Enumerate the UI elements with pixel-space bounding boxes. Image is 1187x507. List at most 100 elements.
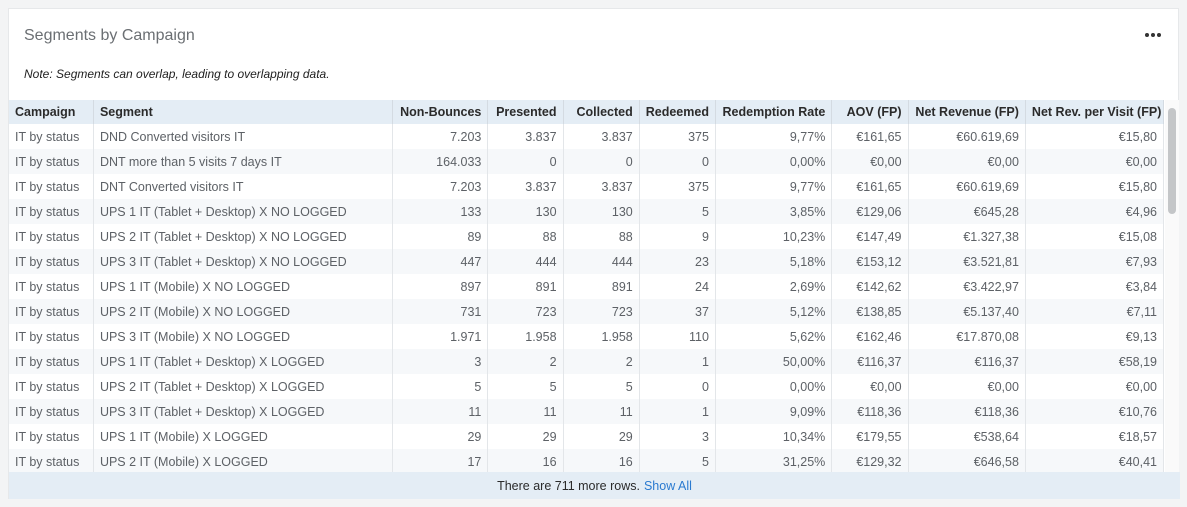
- cell-redeemed: 5: [639, 199, 716, 224]
- table-row[interactable]: IT by status UPS 2 IT (Tablet + Desktop) …: [9, 224, 1164, 249]
- cell-redemption-rate: 0,00%: [715, 149, 833, 174]
- table-row[interactable]: IT by status UPS 3 IT (Tablet + Desktop) …: [9, 399, 1164, 424]
- cell-presented: 3.837: [487, 174, 564, 199]
- cell-non-bounces: 17: [392, 449, 489, 472]
- column-header-redemption-rate[interactable]: Redemption Rate: [715, 100, 833, 124]
- cell-net-revenue: €60.619,69: [908, 174, 1026, 199]
- cell-redeemed: 9: [639, 224, 716, 249]
- table-row[interactable]: IT by status UPS 1 IT (Mobile) X NO LOGGE…: [9, 274, 1164, 299]
- cell-net-rev-per-visit: €15,80: [1025, 174, 1164, 199]
- cell-presented: 16: [487, 449, 564, 472]
- column-header-campaign[interactable]: Campaign: [9, 100, 94, 124]
- more-rows-text: There are 711 more rows.: [497, 478, 640, 493]
- cell-collected: 130: [563, 199, 640, 224]
- column-header-non-bounces[interactable]: Non-Bounces: [392, 100, 489, 124]
- cell-aov: €161,65: [831, 174, 909, 199]
- table-row[interactable]: IT by status DNT more than 5 visits 7 day…: [9, 149, 1164, 174]
- cell-collected: 3.837: [563, 174, 640, 199]
- cell-segment: UPS 3 IT (Tablet + Desktop) X NO LOGGED: [93, 249, 393, 274]
- table-row[interactable]: IT by status UPS 3 IT (Tablet + Desktop) …: [9, 249, 1164, 274]
- cell-segment: UPS 1 IT (Mobile) X NO LOGGED: [93, 274, 393, 299]
- cell-net-rev-per-visit: €4,96: [1025, 199, 1164, 224]
- cell-non-bounces: 133: [392, 199, 489, 224]
- cell-net-rev-per-visit: €0,00: [1025, 149, 1164, 174]
- cell-campaign: IT by status: [9, 274, 94, 299]
- cell-segment: UPS 2 IT (Tablet + Desktop) X LOGGED: [93, 374, 393, 399]
- cell-net-revenue: €17.870,08: [908, 324, 1026, 349]
- cell-campaign: IT by status: [9, 324, 94, 349]
- table-row[interactable]: IT by status UPS 3 IT (Mobile) X NO LOGGE…: [9, 324, 1164, 349]
- cell-aov: €153,12: [831, 249, 909, 274]
- cell-collected: 2: [563, 349, 640, 374]
- cell-redeemed: 24: [639, 274, 716, 299]
- cell-non-bounces: 731: [392, 299, 489, 324]
- cell-redeemed: 0: [639, 374, 716, 399]
- column-header-net-revenue[interactable]: Net Revenue (FP): [908, 100, 1026, 124]
- cell-campaign: IT by status: [9, 249, 94, 274]
- cell-redeemed: 23: [639, 249, 716, 274]
- column-header-aov[interactable]: AOV (FP): [831, 100, 909, 124]
- table-row[interactable]: IT by status UPS 2 IT (Tablet + Desktop) …: [9, 374, 1164, 399]
- cell-collected: 5: [563, 374, 640, 399]
- cell-collected: 29: [563, 424, 640, 449]
- cell-net-rev-per-visit: €9,13: [1025, 324, 1164, 349]
- column-header-net-rev-per-visit[interactable]: Net Rev. per Visit (FP): [1025, 100, 1164, 124]
- cell-non-bounces: 29: [392, 424, 489, 449]
- table-footer: There are 711 more rows. Show All: [9, 472, 1180, 499]
- table-row[interactable]: IT by status DND Converted visitors IT 7.2…: [9, 124, 1164, 149]
- cell-redeemed: 1: [639, 399, 716, 424]
- cell-segment: UPS 2 IT (Tablet + Desktop) X NO LOGGED: [93, 224, 393, 249]
- cell-net-rev-per-visit: €7,93: [1025, 249, 1164, 274]
- cell-segment: UPS 2 IT (Mobile) X LOGGED: [93, 449, 393, 472]
- cell-net-revenue: €1.327,38: [908, 224, 1026, 249]
- cell-segment: UPS 1 IT (Tablet + Desktop) X NO LOGGED: [93, 199, 393, 224]
- table-row[interactable]: IT by status UPS 1 IT (Mobile) X LOGGED 29…: [9, 424, 1164, 449]
- column-header-redeemed[interactable]: Redeemed: [639, 100, 716, 124]
- cell-collected: 88: [563, 224, 640, 249]
- cell-redemption-rate: 9,77%: [715, 174, 833, 199]
- cell-redemption-rate: 2,69%: [715, 274, 833, 299]
- cell-aov: €118,36: [831, 399, 909, 424]
- cell-aov: €129,32: [831, 449, 909, 472]
- cell-segment: UPS 2 IT (Mobile) X NO LOGGED: [93, 299, 393, 324]
- cell-redemption-rate: 0,00%: [715, 374, 833, 399]
- scrollbar-thumb[interactable]: [1168, 108, 1176, 214]
- column-header-segment[interactable]: Segment: [93, 100, 393, 124]
- cell-aov: €138,85: [831, 299, 909, 324]
- cell-net-rev-per-visit: €7,11: [1025, 299, 1164, 324]
- cell-aov: €116,37: [831, 349, 909, 374]
- cell-collected: 723: [563, 299, 640, 324]
- cell-non-bounces: 3: [392, 349, 489, 374]
- cell-redeemed: 110: [639, 324, 716, 349]
- more-options-icon[interactable]: [1142, 27, 1164, 43]
- table-scrollbar[interactable]: [1165, 100, 1179, 472]
- cell-segment: UPS 1 IT (Tablet + Desktop) X LOGGED: [93, 349, 393, 374]
- table-row[interactable]: IT by status UPS 1 IT (Tablet + Desktop) …: [9, 199, 1164, 224]
- cell-net-revenue: €646,58: [908, 449, 1026, 472]
- cell-campaign: IT by status: [9, 349, 94, 374]
- cell-aov: €161,65: [831, 124, 909, 149]
- show-all-link[interactable]: Show All: [644, 479, 692, 493]
- cell-segment: DNT more than 5 visits 7 days IT: [93, 149, 393, 174]
- segments-by-campaign-widget: Segments by Campaign Note: Segments can …: [8, 8, 1180, 499]
- cell-net-rev-per-visit: €0,00: [1025, 374, 1164, 399]
- cell-campaign: IT by status: [9, 224, 94, 249]
- table-row[interactable]: IT by status UPS 2 IT (Mobile) X LOGGED 17…: [9, 449, 1164, 472]
- cell-redemption-rate: 10,23%: [715, 224, 833, 249]
- cell-net-revenue: €3.422,97: [908, 274, 1026, 299]
- table-row[interactable]: IT by status DNT Converted visitors IT 7.2…: [9, 174, 1164, 199]
- cell-aov: €162,46: [831, 324, 909, 349]
- cell-non-bounces: 1.971: [392, 324, 489, 349]
- cell-net-rev-per-visit: €3,84: [1025, 274, 1164, 299]
- cell-non-bounces: 11: [392, 399, 489, 424]
- table-row[interactable]: IT by status UPS 1 IT (Tablet + Desktop) …: [9, 349, 1164, 374]
- cell-redemption-rate: 3,85%: [715, 199, 833, 224]
- column-header-collected[interactable]: Collected: [563, 100, 640, 124]
- cell-redemption-rate: 31,25%: [715, 449, 833, 472]
- cell-collected: 0: [563, 149, 640, 174]
- table-body: IT by status DND Converted visitors IT 7.2…: [9, 124, 1164, 472]
- table-row[interactable]: IT by status UPS 2 IT (Mobile) X NO LOGGE…: [9, 299, 1164, 324]
- column-header-presented[interactable]: Presented: [487, 100, 564, 124]
- cell-net-revenue: €116,37: [908, 349, 1026, 374]
- cell-presented: 11: [487, 399, 564, 424]
